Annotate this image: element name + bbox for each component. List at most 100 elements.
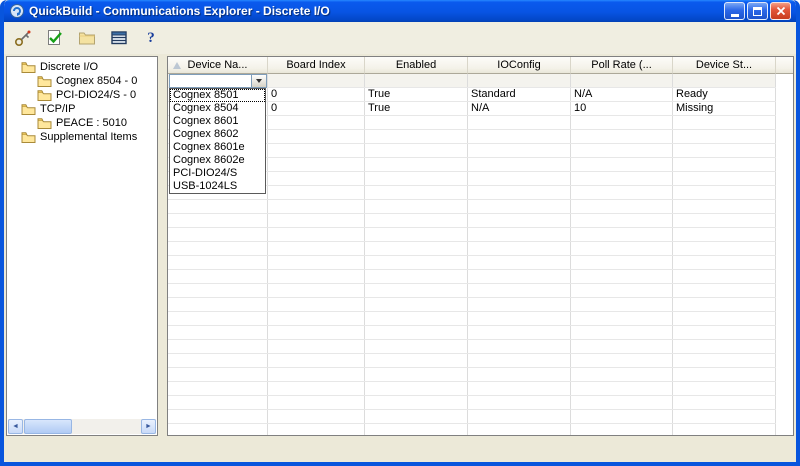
grid-cell (673, 270, 776, 283)
dropdown-option[interactable]: Cognex 8501 (170, 89, 265, 102)
grid-cell (673, 116, 776, 129)
tree-item[interactable]: PCI-DIO24/S - 0 (7, 88, 157, 102)
grid-cell[interactable] (673, 74, 776, 87)
grid-cell (168, 242, 268, 255)
dropdown-option[interactable]: Cognex 8602 (170, 128, 265, 141)
maximize-button[interactable] (747, 2, 768, 20)
tree-item[interactable]: Cognex 8504 - 0 (7, 74, 157, 88)
grid-cell (673, 186, 776, 199)
dropdown-option[interactable]: Cognex 8601e (170, 141, 265, 154)
header-filler (776, 57, 793, 74)
grid-cell (365, 424, 468, 435)
grid-cell (571, 144, 673, 157)
grid-cell[interactable]: N/A (468, 102, 571, 115)
dropdown-option[interactable]: Cognex 8601 (170, 115, 265, 128)
dropdown-option[interactable]: USB-1024LS (170, 180, 265, 193)
grid-cell (673, 410, 776, 423)
tree-item[interactable]: Supplemental Items (7, 130, 157, 144)
folder-icon (21, 104, 36, 115)
titlebar[interactable]: QuickBuild - Communications Explorer - D… (4, 0, 796, 22)
sort-ascending-icon (173, 62, 181, 69)
grid-empty-row (168, 298, 776, 312)
grid-empty-row (168, 284, 776, 298)
grid-cell[interactable]: 10 (571, 102, 673, 115)
scroll-right-button[interactable]: ► (141, 419, 156, 434)
dropdown-option[interactable]: Cognex 8602e (170, 154, 265, 167)
column-header[interactable]: IOConfig (468, 57, 571, 74)
panel-splitter[interactable] (161, 56, 164, 436)
grid-cell (268, 312, 365, 325)
dropdown-option[interactable]: Cognex 8504 (170, 102, 265, 115)
grid-cell (673, 200, 776, 213)
open-folder-button[interactable] (75, 26, 99, 50)
device-list-button[interactable] (107, 26, 131, 50)
folder-icon (21, 62, 36, 73)
grid-cell (365, 228, 468, 241)
tree-item-label: Discrete I/O (40, 61, 99, 73)
grid-empty-row (168, 312, 776, 326)
close-button[interactable] (770, 2, 791, 20)
grid-cell (268, 270, 365, 283)
grid-cell[interactable]: 0 (268, 88, 365, 101)
grid-cell[interactable]: True (365, 102, 468, 115)
tree-horizontal-scrollbar[interactable]: ◄ ► (8, 419, 156, 434)
grid-cell (468, 382, 571, 395)
combobox-dropdown-button[interactable] (251, 75, 266, 87)
grid-cell[interactable] (571, 74, 673, 87)
minimize-button[interactable] (724, 2, 745, 20)
tree-item[interactable]: PEACE : 5010 (7, 116, 157, 130)
grid-cell (673, 256, 776, 269)
grid-empty-row (168, 228, 776, 242)
validate-button[interactable] (43, 26, 67, 50)
grid-cell[interactable]: Missing (673, 102, 776, 115)
column-header[interactable]: Board Index (268, 57, 365, 74)
scroll-track[interactable] (24, 419, 140, 434)
wizard-button[interactable] (11, 26, 35, 50)
column-header[interactable]: Enabled (365, 57, 468, 74)
grid-cell (571, 270, 673, 283)
grid-cell (571, 214, 673, 227)
help-button[interactable]: ? (139, 26, 163, 50)
column-header[interactable]: Poll Rate (... (571, 57, 673, 74)
grid-cell (468, 228, 571, 241)
grid-cell (673, 158, 776, 171)
grid-header: Device Na... Board Index Enabled IOConfig Po… (168, 57, 793, 74)
grid-cell[interactable]: 0 (268, 102, 365, 115)
grid-cell[interactable] (468, 74, 571, 87)
grid-cell (365, 256, 468, 269)
grid-cell (468, 354, 571, 367)
grid-cell (168, 298, 268, 311)
grid-cell (571, 256, 673, 269)
device-name-combobox[interactable] (169, 74, 267, 88)
toolbar: ? (4, 22, 796, 54)
scroll-left-button[interactable]: ◄ (8, 419, 23, 434)
grid-cell (673, 144, 776, 157)
grid-cell[interactable] (268, 74, 365, 87)
scroll-thumb[interactable] (24, 419, 72, 434)
grid-cell[interactable]: True (365, 88, 468, 101)
grid-cell (268, 228, 365, 241)
column-header[interactable]: Device Na... (168, 57, 268, 74)
dropdown-option[interactable]: PCI-DIO24/S (170, 167, 265, 180)
grid-cell (468, 200, 571, 213)
main-area: Discrete I/O Cognex 8504 - 0 PCI-DIO24/S -… (4, 54, 796, 438)
grid-cell (268, 242, 365, 255)
grid-cell (468, 368, 571, 381)
grid-cell[interactable]: Ready (673, 88, 776, 101)
grid-cell[interactable]: Standard (468, 88, 571, 101)
grid-empty-row (168, 396, 776, 410)
grid-cell (268, 130, 365, 143)
tree-item[interactable]: TCP/IP (7, 102, 157, 116)
help-icon: ? (147, 29, 155, 46)
tree-item[interactable]: Discrete I/O (7, 60, 157, 74)
column-header[interactable]: Device St... (673, 57, 776, 74)
device-dropdown-list: Cognex 8501 Cognex 8504 Cognex 8601 Cognex … (169, 88, 266, 194)
grid-cell[interactable] (365, 74, 468, 87)
grid-cell (168, 396, 268, 409)
grid-cell (268, 214, 365, 227)
folder-icon (79, 32, 95, 45)
folder-icon (37, 118, 52, 129)
grid-empty-row (168, 368, 776, 382)
grid-cell[interactable]: N/A (571, 88, 673, 101)
grid-cell (268, 410, 365, 423)
